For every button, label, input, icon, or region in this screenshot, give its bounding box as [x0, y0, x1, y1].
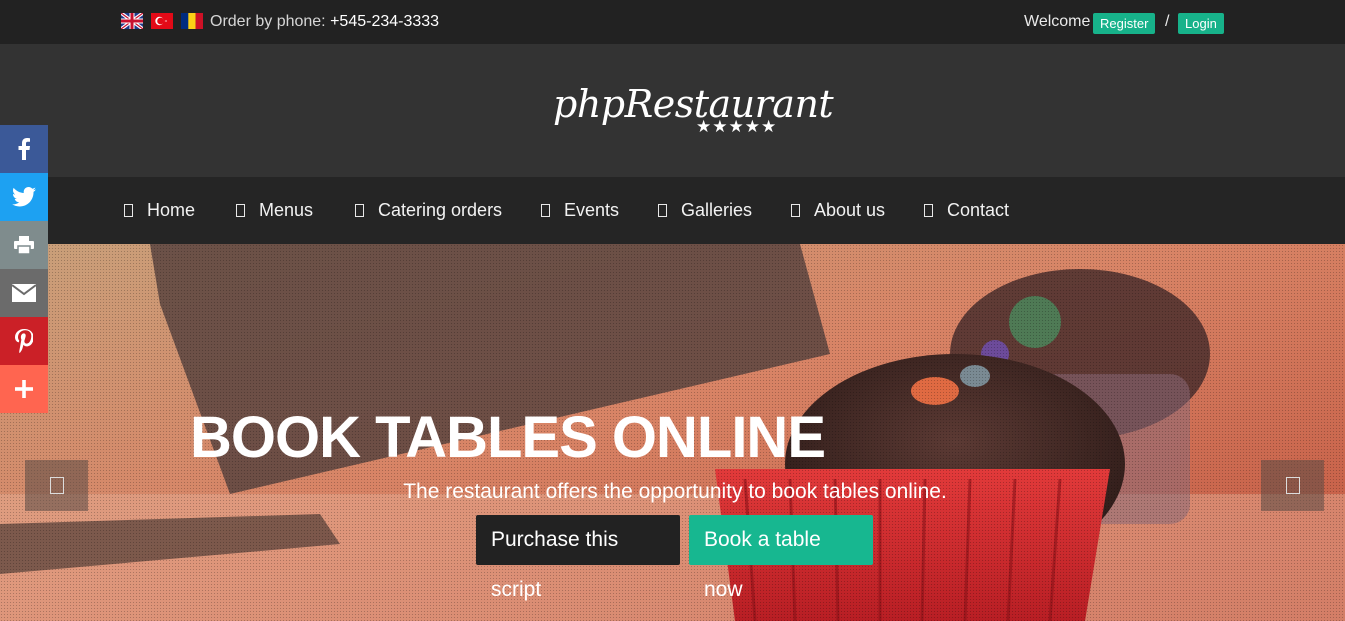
- email-icon: [12, 284, 36, 302]
- facebook-share-button[interactable]: [0, 125, 48, 173]
- logo-text: phpRestaurant: [553, 82, 834, 126]
- nav-item-label: Menus: [259, 200, 314, 220]
- twitter-icon: [12, 187, 36, 207]
- catering-icon: [355, 204, 364, 217]
- events-icon: [541, 204, 550, 217]
- twitter-share-button[interactable]: [0, 173, 48, 221]
- print-button[interactable]: [0, 221, 48, 269]
- nav-item-about-us[interactable]: About us: [791, 200, 885, 221]
- plus-icon: [15, 380, 33, 398]
- contact-icon: [924, 204, 933, 217]
- slider-next-button[interactable]: [1261, 460, 1324, 511]
- chevron-right-icon: [1285, 477, 1300, 494]
- nav-item-galleries[interactable]: Galleries: [658, 200, 752, 221]
- register-button[interactable]: Register: [1093, 13, 1156, 34]
- order-phone: Order by phone: +545-234-3333: [210, 13, 439, 31]
- site-logo[interactable]: phpRestaurant ★★★★★: [553, 82, 834, 144]
- about-icon: [791, 204, 800, 217]
- turkey-flag-icon[interactable]: [151, 13, 173, 29]
- nav-item-label: Home: [147, 200, 196, 220]
- nav-item-catering-orders[interactable]: Catering orders: [355, 200, 502, 221]
- more-share-button[interactable]: [0, 365, 48, 413]
- nav-item-label: Galleries: [681, 200, 753, 220]
- facebook-icon: [18, 138, 30, 160]
- nav-item-label: Catering orders: [378, 200, 503, 220]
- nav-item-label: Events: [564, 200, 620, 220]
- nav-item-events[interactable]: Events: [541, 200, 619, 221]
- nav-item-menus[interactable]: Menus: [236, 200, 313, 221]
- site-header: phpRestaurant ★★★★★: [0, 44, 1345, 177]
- book-table-button[interactable]: Book a table now: [689, 515, 873, 601]
- nav-item-home[interactable]: Home: [124, 200, 195, 221]
- language-switcher: [121, 13, 203, 29]
- hero-title-text: BOOK TABLES ONLINE: [189, 405, 826, 470]
- nav-item-label: Contact: [947, 200, 1010, 220]
- hero-slider: BOOK TABLES ONLINE The restaurant offers…: [0, 244, 1345, 621]
- login-button[interactable]: Login: [1178, 13, 1224, 34]
- chevron-left-icon: [49, 477, 64, 494]
- home-icon: [124, 204, 133, 217]
- slider-prev-button[interactable]: [25, 460, 88, 511]
- main-navigation: Home Menus Catering orders Events Galler…: [0, 177, 1345, 244]
- welcome-text: Welcome: [1024, 13, 1091, 30]
- separator-slash: /: [1165, 13, 1170, 30]
- pinterest-icon: [15, 329, 33, 353]
- hero-subtitle: The restaurant offers the opportunity to…: [403, 480, 947, 503]
- logo-stars: ★★★★★: [696, 117, 778, 136]
- nav-item-contact[interactable]: Contact: [924, 200, 1009, 221]
- pinterest-share-button[interactable]: [0, 317, 48, 365]
- hero-title: BOOK TABLES ONLINE: [0, 404, 1345, 471]
- uk-flag-icon[interactable]: [121, 13, 143, 29]
- social-share-bar: [0, 125, 48, 413]
- phone-number: +545-234-3333: [330, 13, 440, 30]
- romania-flag-icon[interactable]: [181, 13, 203, 29]
- nav-item-label: About us: [814, 200, 886, 220]
- top-bar: Order by phone: +545-234-3333 Welcome Re…: [0, 0, 1345, 44]
- menu-icon: [236, 204, 245, 217]
- gallery-icon: [658, 204, 667, 217]
- email-share-button[interactable]: [0, 269, 48, 317]
- print-icon: [14, 236, 34, 254]
- phone-label: Order by phone:: [210, 13, 326, 30]
- purchase-script-button[interactable]: Purchase this script: [476, 515, 680, 601]
